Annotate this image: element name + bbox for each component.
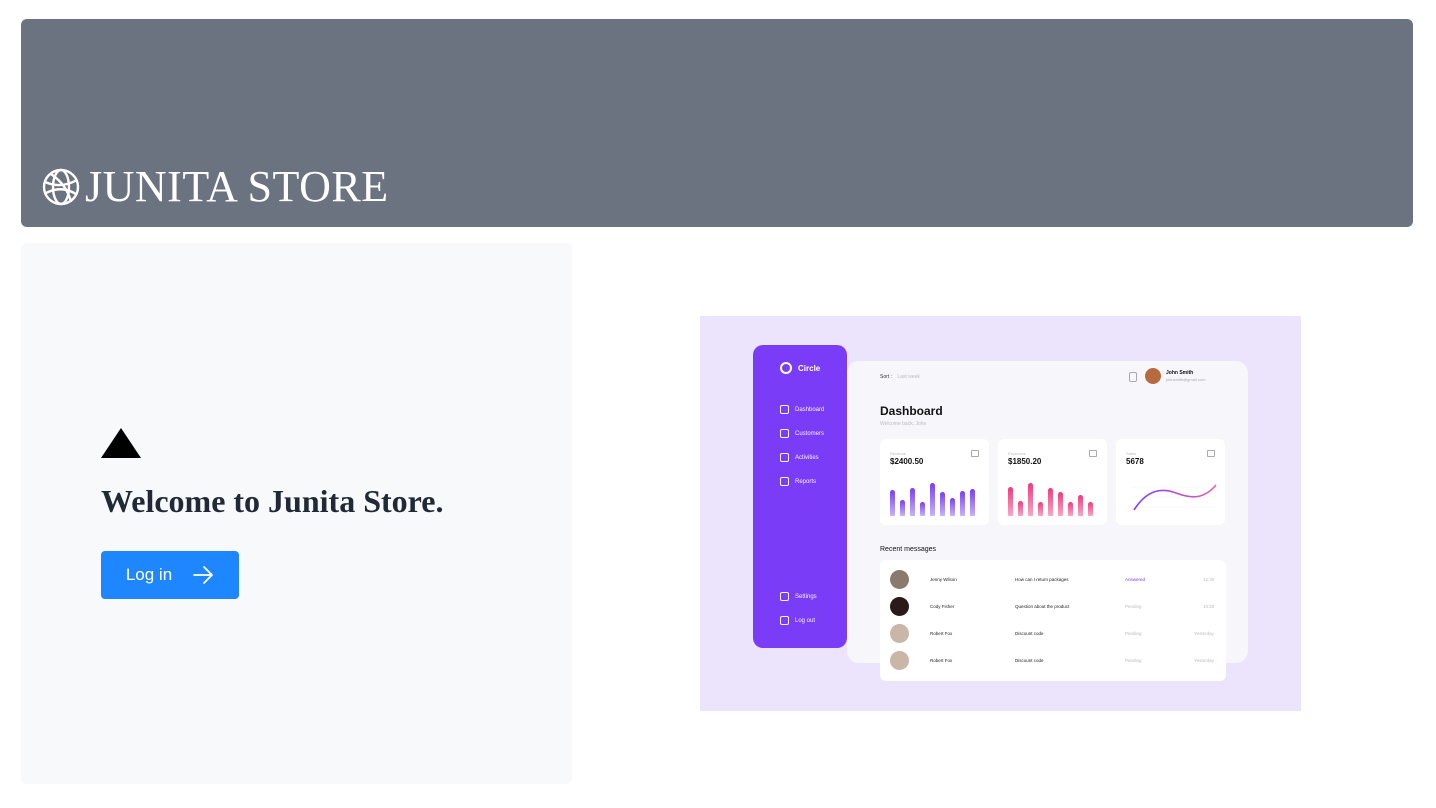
illustration-sidebar: Circle Dashboard Customers Activities Re… [753,345,847,648]
login-label: Log in [125,565,173,584]
expenses-card: Expenses $1850.20 [998,439,1107,525]
recent-messages-title: Recent messages [880,546,937,553]
card-value: $2400.50 [890,457,924,466]
message-status: Pending [1125,658,1142,663]
triangle-logo-icon [101,428,141,458]
app-name: Circle [798,363,821,373]
sales-line-chart [1132,484,1217,511]
card-icon [1207,450,1215,457]
message-subject: Discount code [1015,631,1044,636]
card-label: Expenses [1008,451,1026,456]
user-email: johnsmith@gmail.com [1166,377,1206,382]
users-icon [780,429,789,438]
home-icon [780,405,789,414]
sort-control: Sort : Last week [880,374,920,380]
message-subject: Discount code [1015,658,1044,663]
nav-reports: Reports [780,477,816,486]
sales-card: Sales 5678 [1116,439,1225,525]
app-logo: Circle [780,362,820,374]
card-value: 5678 [1126,457,1144,466]
avatar [890,570,909,589]
revenue-bars [890,476,975,516]
message-row: Jenny Wilson How can I return packages A… [890,570,1220,590]
brand-logo[interactable]: JUNITA STORE [41,162,389,212]
card-value: $1850.20 [1008,457,1042,466]
card-icon [971,450,979,457]
globe-icon [42,168,80,206]
card-icon [1089,450,1097,457]
nav-customers: Customers [780,429,824,438]
header-banner: JUNITA STORE [21,19,1413,227]
brand-name: JUNITA STORE [85,162,389,211]
message-row: Cody Fisher Question about the product P… [890,597,1220,617]
user-name: John Smith [1166,370,1194,376]
welcome-panel: Welcome to Junita Store. Log in [21,243,572,784]
message-row: Robert Fox Discount code Pending Yesterd… [890,651,1220,671]
message-name: Jenny Wilson [930,577,957,582]
message-time: Yesterday [1194,658,1214,663]
nav-settings: Settings [780,592,817,601]
nav-dashboard: Dashboard [780,405,824,414]
user-avatar [1145,368,1161,384]
arrow-right-icon [193,566,214,584]
message-name: Robert Fox [930,658,953,663]
message-name: Robert Fox [930,631,953,636]
file-icon [780,477,789,486]
message-row: Robert Fox Discount code Pending Yesterd… [890,624,1220,644]
message-time: 10:20 [1203,604,1215,609]
sort-value: Last week [897,374,920,380]
welcome-title: Welcome to Junita Store. [101,483,444,519]
circle-logo-icon [780,362,792,374]
message-status: Answered [1125,577,1146,582]
message-status: Pending [1125,631,1142,636]
sort-label: Sort : [880,374,892,380]
dashboard-title: Dashboard [880,404,943,418]
revenue-card: Revenue $2400.50 [880,439,989,525]
logout-icon [780,616,789,625]
activity-icon [780,453,789,462]
dashboard-main: Sort : Last week John Smith johnsmith@gm… [847,361,1248,681]
dashboard-subtitle: Welcome back, John [880,421,927,427]
message-time: 12:30 [1203,577,1215,582]
avatar [890,624,909,643]
nav-activities: Activities [780,453,819,462]
expenses-bars [1008,476,1093,516]
settings-icon [780,592,789,601]
messages-list: Jenny Wilson How can I return packages A… [880,560,1226,681]
nav-logout: Log out [780,616,815,625]
card-label: Revenue [890,451,907,456]
dashboard-illustration: Sort : Last week John Smith johnsmith@gm… [700,316,1301,711]
message-subject: Question about the product [1015,604,1070,609]
login-button[interactable]: Log in [101,551,239,599]
message-time: Yesterday [1194,631,1214,636]
avatar [890,651,909,670]
message-name: Cody Fisher [930,604,955,609]
message-status: Pending [1125,604,1142,609]
avatar [890,597,909,616]
card-label: Sales [1126,451,1137,456]
bell-icon [1129,372,1137,382]
message-subject: How can I return packages [1015,577,1069,582]
